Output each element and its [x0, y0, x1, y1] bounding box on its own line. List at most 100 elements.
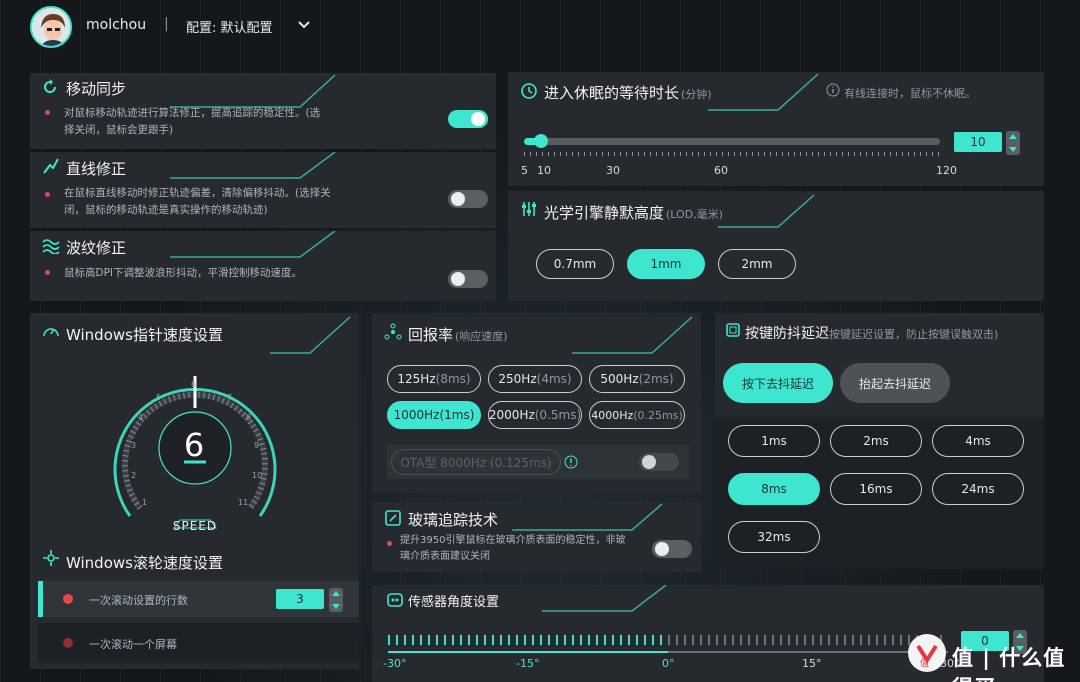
sleep-slider-track[interactable]	[524, 138, 940, 145]
report-option-125hz[interactable]: 125Hz (8ms)	[387, 365, 481, 393]
report-option-4000hz[interactable]: 4000Hz (0.25ms)	[589, 401, 685, 429]
sensor-tick: 0°	[662, 657, 675, 670]
sleep-slider-thumb[interactable]	[534, 134, 548, 148]
debounce-option-32ms[interactable]: 32ms	[728, 521, 820, 553]
sensor-angle-title: 传感器角度设置	[408, 595, 500, 610]
sensor-tick: -15°	[516, 657, 540, 670]
report-rate-title: 回报率 (响应速度)	[408, 326, 508, 344]
sensor-tick: 15°	[802, 657, 822, 670]
ota-toggle[interactable]	[639, 453, 679, 471]
line-fix-desc: 在鼠标直线移动时修正轨迹偏差，清除偏移抖动。(选择关闭，鼠标的移动轨迹是真实操作…	[64, 187, 331, 216]
wave-icon	[42, 239, 60, 254]
debounce-option-4ms[interactable]: 4ms	[932, 425, 1024, 457]
dial-label: 7	[227, 393, 233, 402]
glass-tracking-desc: 提升3950引擎鼠标在玻璃介质表面的稳定性，非玻璃介质表面建议关闭	[400, 535, 626, 562]
ripple-fix-toggle[interactable]	[448, 270, 488, 288]
dial-label: 5	[156, 393, 162, 402]
debounce-option-24ms[interactable]: 24ms	[932, 473, 1024, 505]
watermark-text: 值 | 什么值得买	[952, 646, 1066, 682]
key-icon	[726, 323, 740, 337]
lod-option-2mm[interactable]: 2mm	[718, 249, 796, 279]
pointer-speed-panel: Windows指针速度设置 6 SPEED 1 2 3 4 5 6 7 8 9 …	[30, 313, 359, 541]
lod-option-0.7mm[interactable]: 0.7mm	[536, 249, 614, 279]
line-fix-title: 直线修正	[66, 160, 127, 178]
sleep-value-input[interactable]: 10	[954, 132, 1002, 152]
title-decoration	[572, 316, 693, 354]
debounce-option-16ms[interactable]: 16ms	[830, 473, 922, 505]
dial-label: 6	[191, 380, 197, 389]
dial-label: 2	[131, 471, 137, 480]
lod-option-1mm[interactable]: 1mm	[627, 249, 705, 279]
profile-selector-label[interactable]: 配置: 默认配置	[186, 17, 273, 36]
scroll-wheel-icon	[43, 550, 59, 566]
sleep-stepper[interactable]	[1006, 131, 1020, 155]
speed-caption: SPEED	[172, 519, 218, 533]
report-option-250hz[interactable]: 250Hz (4ms)	[488, 365, 582, 393]
info-icon[interactable]	[564, 455, 578, 469]
report-option-500hz[interactable]: 500Hz (2ms)	[589, 365, 685, 393]
pointer-speed-value: 6	[183, 426, 205, 464]
line-fix-panel: 直线修正 在鼠标直线移动时修正轨迹偏差，清除偏移抖动。(选择关闭，鼠标的移动轨迹…	[30, 152, 496, 228]
scroll-speed-panel: Windows滚轮速度设置 一次滚动设置的行数 3 一次滚动一个屏幕	[30, 541, 359, 669]
radio-dot[interactable]	[63, 638, 73, 648]
scroll-row-lines[interactable]: 一次滚动设置的行数 3	[38, 581, 359, 617]
debounce-title: 按键防抖延迟按键延迟设置，防止按键误触双击)	[745, 326, 999, 342]
move-sync-title: 移动同步	[66, 80, 127, 98]
ota-8000hz-option: OTA型 8000Hz (0.125ms)	[391, 449, 561, 475]
title-decoration	[708, 73, 819, 111]
avatar[interactable]	[30, 6, 72, 48]
dial-label: 9	[254, 441, 260, 450]
dial-label: 1	[142, 498, 148, 507]
debounce-option-1ms[interactable]: 1ms	[728, 425, 820, 457]
debounce-options-area: 1ms 2ms 4ms 8ms 16ms 24ms 32ms	[715, 417, 1044, 569]
ripple-fix-title: 波纹修正	[66, 239, 127, 257]
sensor-icon	[387, 593, 403, 607]
scroll-lines-stepper[interactable]	[329, 588, 343, 612]
title-decoration	[270, 316, 351, 354]
sensor-baseline-active	[388, 651, 668, 653]
title-decoration	[542, 585, 667, 612]
move-sync-panel: 移动同步 对鼠标移动轨迹进行算法修正，提高追踪的稳定性。(选择关闭，鼠标会更跟手…	[30, 73, 496, 149]
sleep-panel: 进入休眠的等待时长 (分钟) 有线连接时，鼠标不休眠。 5 10 30 60 12…	[508, 72, 1044, 186]
tab-release-debounce[interactable]: 抬起去抖延迟	[840, 363, 950, 403]
glass-tracking-toggle[interactable]	[652, 540, 692, 558]
gauge-icon	[43, 328, 59, 337]
sleep-title: 进入休眠的等待时长 (分钟)	[544, 84, 712, 102]
dial-label: 8	[246, 413, 252, 422]
line-correct-icon	[43, 158, 59, 174]
report-option-2000hz[interactable]: 2000Hz (0.5ms)	[488, 401, 582, 429]
sleep-tick: 10	[537, 164, 551, 177]
bullet-dot	[387, 541, 392, 546]
sleep-tick: 120	[936, 164, 957, 177]
chevron-down-icon[interactable]	[297, 18, 311, 32]
report-option-1000hz[interactable]: 1000Hz (1ms)	[387, 401, 481, 429]
debounce-option-2ms[interactable]: 2ms	[830, 425, 922, 457]
line-fix-toggle[interactable]	[448, 190, 488, 208]
ota-row: OTA型 8000Hz (0.125ms)	[387, 445, 689, 479]
glass-tracking-panel: 玻璃追踪技术 提升3950引擎鼠标在玻璃介质表面的稳定性，非玻璃介质表面建议关闭	[372, 502, 701, 572]
scroll-lines-input[interactable]: 3	[276, 589, 324, 609]
debounce-option-8ms[interactable]: 8ms	[728, 473, 820, 505]
tab-press-debounce[interactable]: 按下去抖延迟	[723, 363, 833, 403]
dial-label: 4	[138, 413, 144, 422]
bullet-dot	[45, 270, 50, 275]
username: molchou	[86, 17, 147, 33]
sliders-icon	[522, 202, 536, 216]
ripple-fix-panel: 波纹修正 鼠标高DPI下调整波浪形抖动，平滑控制移动速度。	[30, 231, 496, 301]
bullet-dot	[45, 192, 50, 197]
radio-dot[interactable]	[63, 594, 73, 604]
scroll-row-label: 一次滚动一个屏幕	[89, 638, 177, 651]
report-rate-panel: 回报率 (响应速度) 125Hz (8ms) 250Hz (4ms) 500Hz (2m…	[372, 313, 701, 493]
selected-indicator	[38, 581, 43, 617]
glass-tracking-title: 玻璃追踪技术	[408, 511, 499, 529]
sensor-baseline	[668, 651, 948, 653]
ripple-fix-desc: 鼠标高DPI下调整波浪形抖动，平滑控制移动速度。	[64, 267, 303, 279]
dial-label: 3	[131, 441, 137, 450]
scroll-row-screen[interactable]: 一次滚动一个屏幕	[38, 623, 359, 663]
pointer-speed-title: Windows指针速度设置	[66, 326, 223, 344]
info-icon	[826, 83, 840, 97]
scroll-row-label: 一次滚动设置的行数	[89, 594, 188, 607]
watermark-logo: 值	[908, 634, 946, 672]
move-sync-toggle[interactable]	[448, 110, 488, 128]
bullet-dot	[45, 110, 50, 115]
